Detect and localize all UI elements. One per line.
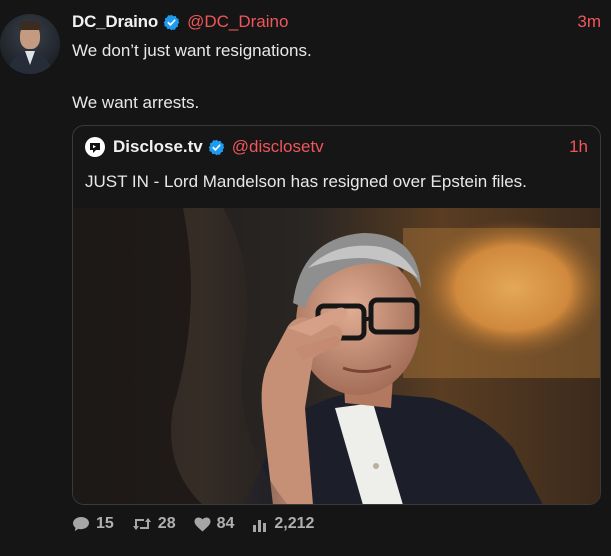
reply-count: 15 — [96, 515, 114, 532]
view-count: 2,212 — [274, 515, 315, 532]
tweet-timestamp[interactable]: 3m — [577, 12, 601, 32]
tweet-paragraph: We want arrests. — [72, 93, 200, 112]
man-adjusting-glasses-photo — [73, 208, 600, 504]
quote-header: Disclose.tv @disclosetv 1h — [85, 135, 588, 159]
verified-badge-icon — [163, 14, 180, 31]
views-chart-icon — [253, 519, 267, 532]
tweet-paragraph: We don’t just want resignations. — [72, 41, 312, 60]
quote-display-name[interactable]: Disclose.tv — [113, 137, 203, 157]
tweet-header: DC_Draino @DC_Draino 3m — [72, 10, 601, 34]
author-handle[interactable]: @DC_Draino — [187, 12, 288, 32]
verified-badge-icon — [208, 139, 225, 156]
views-button[interactable]: 2,212 — [252, 515, 314, 533]
quote-handle[interactable]: @disclosetv — [232, 137, 324, 157]
author-display-name[interactable]: DC_Draino — [72, 12, 158, 32]
reply-icon — [73, 517, 89, 531]
quoted-tweet[interactable]: Disclose.tv @disclosetv 1h JUST IN - Lor… — [72, 125, 601, 505]
like-count: 84 — [216, 515, 235, 532]
retweet-icon — [132, 518, 151, 530]
quote-body: JUST IN - Lord Mandelson has resigned ov… — [85, 172, 527, 191]
heart-icon — [194, 517, 211, 531]
tweet-body: We don’t just want resignations. We want… — [72, 38, 592, 116]
quote-photo[interactable] — [73, 208, 600, 504]
disclose-tv-logo-icon[interactable] — [85, 137, 105, 157]
tweet-actions: 15 28 84 2,212 — [72, 513, 332, 535]
retweet-button[interactable]: 28 — [132, 515, 176, 533]
retweet-count: 28 — [157, 515, 176, 532]
avatar-hair — [19, 21, 41, 30]
quote-timestamp[interactable]: 1h — [569, 137, 588, 157]
like-button[interactable]: 84 — [194, 515, 235, 533]
tweet-card[interactable]: DC_Draino @DC_Draino 3m We don’t just wa… — [0, 0, 611, 556]
reply-button[interactable]: 15 — [72, 515, 114, 533]
author-avatar[interactable] — [0, 14, 60, 74]
